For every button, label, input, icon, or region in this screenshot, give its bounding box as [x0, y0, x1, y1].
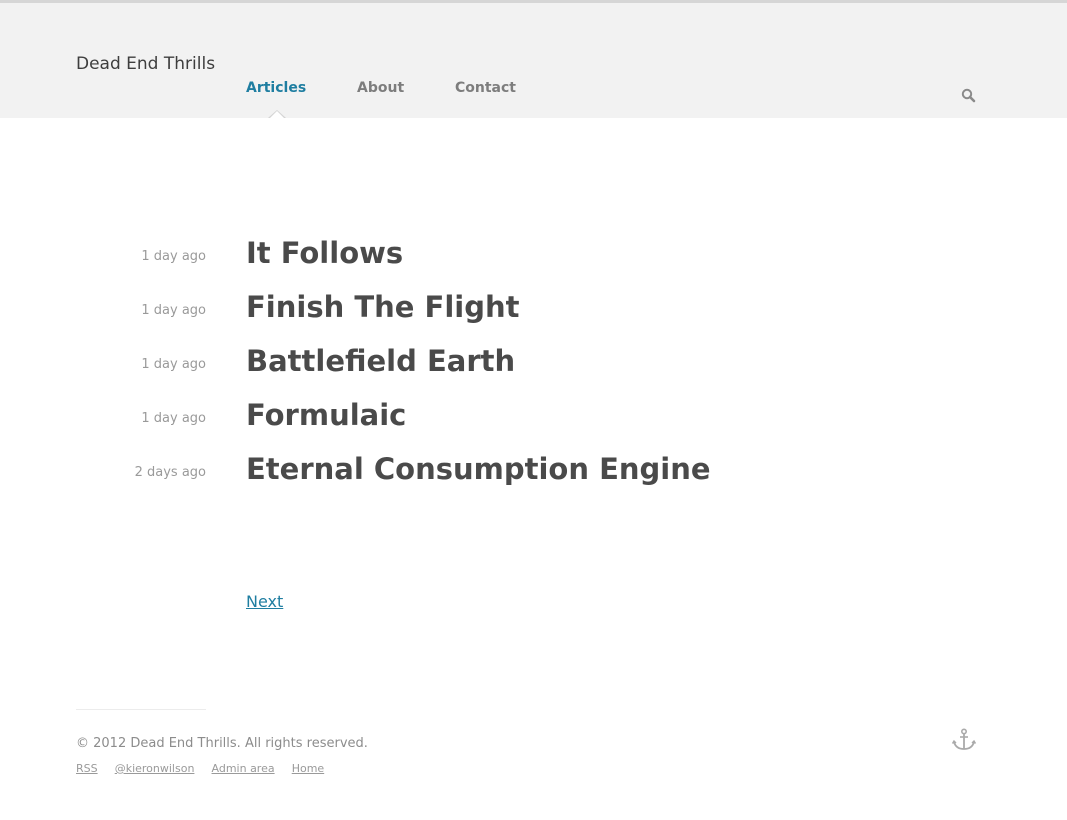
nav-item-contact[interactable]: Contact: [455, 80, 516, 96]
article-date: 1 day ago: [141, 411, 206, 426]
footer-divider: [76, 709, 206, 710]
article-date: 2 days ago: [134, 465, 206, 480]
article-title-link[interactable]: Formulaic: [246, 398, 406, 432]
search-icon[interactable]: [958, 85, 980, 107]
article-row: 1 day ago Battlefield Earth: [0, 338, 1067, 392]
article-row: 1 day ago It Follows: [0, 230, 1067, 284]
nav-item-articles[interactable]: Articles: [246, 80, 306, 96]
active-nav-indicator: [268, 110, 286, 119]
footer-link-admin[interactable]: Admin area: [212, 762, 275, 775]
article-title-link[interactable]: Finish The Flight: [246, 290, 520, 324]
article-date: 1 day ago: [141, 249, 206, 264]
article-title-link[interactable]: It Follows: [246, 236, 403, 270]
nav-item-about[interactable]: About: [357, 80, 404, 96]
site-logo-title[interactable]: Dead End Thrills: [76, 54, 216, 75]
article-title-link[interactable]: Eternal Consumption Engine: [246, 452, 711, 486]
article-row: 1 day ago Formulaic: [0, 392, 1067, 446]
article-title-link[interactable]: Battlefield Earth: [246, 344, 515, 378]
article-date: 1 day ago: [141, 303, 206, 318]
article-row: 2 days ago Eternal Consumption Engine: [0, 446, 1067, 500]
article-date: 1 day ago: [141, 357, 206, 372]
footer-link-rss[interactable]: RSS: [76, 762, 98, 775]
next-page-link[interactable]: Next: [246, 592, 283, 611]
article-row: 1 day ago Finish The Flight: [0, 284, 1067, 338]
anchor-icon[interactable]: [951, 727, 977, 753]
site-header: Dead End Thrills Articles About Contact: [0, 0, 1067, 118]
footer-links: RSS @kieronwilson Admin area Home: [76, 757, 336, 776]
footer-link-twitter[interactable]: @kieronwilson: [115, 762, 195, 775]
copyright-text: © 2012 Dead End Thrills. All rights rese…: [76, 736, 368, 751]
footer-link-home[interactable]: Home: [292, 762, 324, 775]
